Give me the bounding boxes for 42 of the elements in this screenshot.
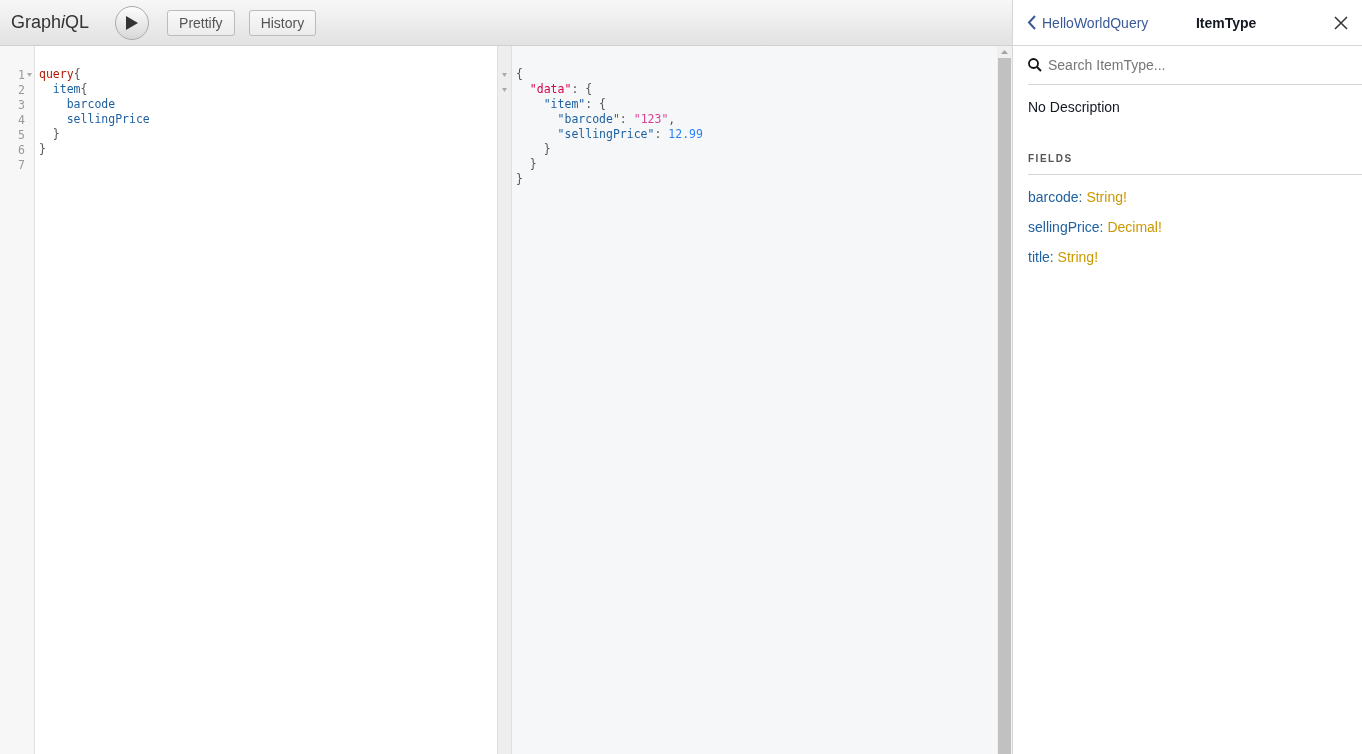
field-entry[interactable]: barcode: String! xyxy=(1028,189,1362,205)
docs-title: ItemType xyxy=(1194,14,1258,31)
type-description: No Description xyxy=(1028,99,1121,115)
toolbar-button[interactable]: History xyxy=(248,9,317,36)
code-line: item{ xyxy=(51,82,89,97)
field-entry[interactable]: title: String! xyxy=(1028,249,1362,265)
code-line: } xyxy=(51,127,61,142)
line-number: 1 xyxy=(18,67,25,82)
scroll-up-arrow-icon[interactable] xyxy=(1001,50,1008,54)
fold-arrow-icon[interactable] xyxy=(502,72,507,77)
play-icon xyxy=(125,14,140,31)
search-icon xyxy=(1028,58,1042,72)
code-line: "sellingPrice": 12.99 xyxy=(556,127,703,142)
line-number: 3 xyxy=(18,97,25,112)
code-line: query{ xyxy=(39,67,82,82)
fold-arrow-icon[interactable] xyxy=(502,87,507,92)
code-line: } xyxy=(542,142,552,157)
app-title: GraphiQL xyxy=(11,12,90,33)
field-entry[interactable]: sellingPrice: Decimal! xyxy=(1028,219,1362,235)
line-number: 5 xyxy=(18,127,25,142)
fold-arrow-icon[interactable] xyxy=(27,72,32,77)
back-link[interactable]: HelloWorldQuery xyxy=(1027,14,1149,31)
code-line: { xyxy=(516,67,524,82)
code-line: "barcode": "123", xyxy=(556,112,677,127)
code-line: } xyxy=(516,172,524,187)
code-line: "item": { xyxy=(542,97,608,112)
code-line: } xyxy=(39,142,47,157)
scrollbar-thumb[interactable] xyxy=(998,58,1011,754)
run-button[interactable] xyxy=(115,5,150,40)
code-line: "data": { xyxy=(528,82,594,97)
chevron-left-icon xyxy=(1027,15,1036,30)
search-field[interactable]: Search ItemType... xyxy=(1048,57,1328,73)
line-number: 4 xyxy=(18,112,25,127)
code-line: barcode xyxy=(65,97,117,112)
section-heading: FIELDS xyxy=(1028,153,1362,175)
close-icon[interactable] xyxy=(1334,15,1348,30)
line-number: 2 xyxy=(18,82,25,97)
code-line: sellingPrice xyxy=(65,112,150,127)
toolbar-button[interactable]: Prettify xyxy=(167,9,235,36)
code-line: } xyxy=(528,157,538,172)
line-number: 6 xyxy=(18,142,25,157)
line-number: 7 xyxy=(18,157,25,172)
